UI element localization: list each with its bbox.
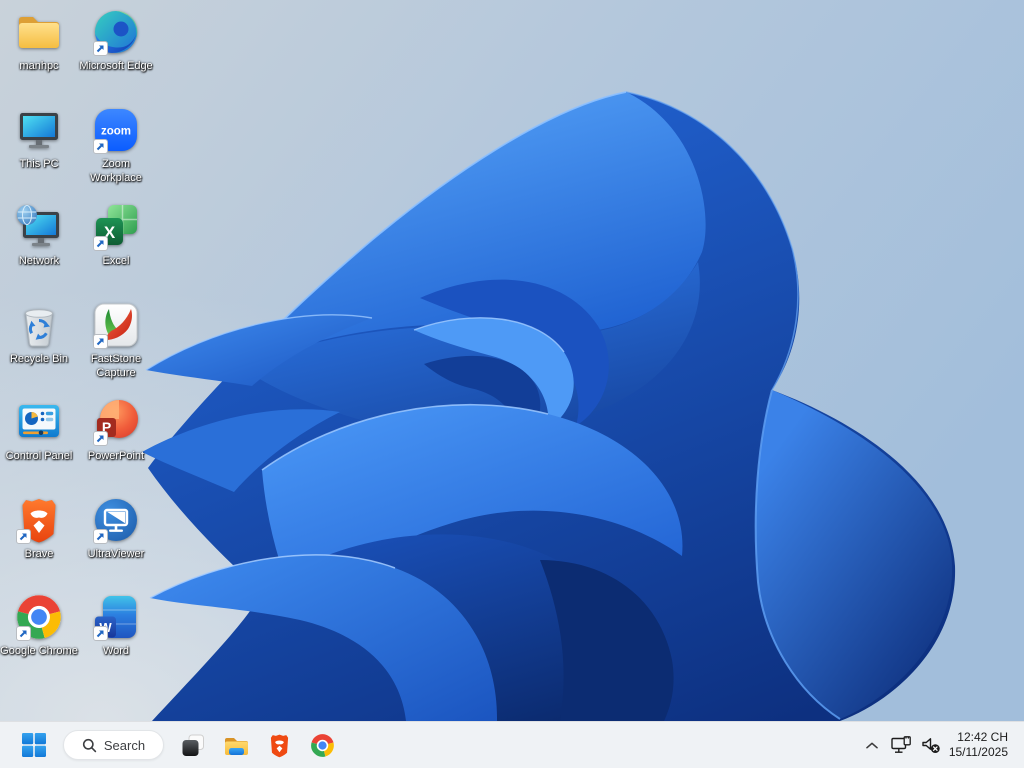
shortcut-arrow-badge [93,139,108,154]
search-placeholder: Search [103,737,146,753]
chrome-icon [310,733,334,757]
icon-label: Word [102,645,130,657]
desktop-icon-network[interactable]: Network [0,203,78,268]
icon-label: Network [18,255,60,267]
taskbar-clock[interactable]: 12:42 CH 15/11/2025 [945,726,1012,764]
icon-label: Excel [102,255,130,267]
icon-label: This PC [19,158,59,170]
icon-label: Google Chrome [0,645,78,657]
clock-date: 15/11/2025 [948,745,1008,759]
shortcut-arrow-badge [93,236,108,251]
file-explorer-icon [224,737,248,755]
taskbar-search-box[interactable]: Search [63,730,164,760]
hidden-icons-chevron-button[interactable] [857,725,887,765]
desktop-icon-excel[interactable]: X Excel [77,203,155,268]
desktop-icon-control-panel[interactable]: Control Panel [0,398,78,463]
search-icon [82,738,97,752]
task-view-button[interactable] [173,725,213,765]
clock-time: 12:42 CH [957,730,1008,744]
taskbar-tray: 12:42 CH 15/11/2025 [857,722,1024,768]
svg-text:zoom: zoom [101,126,131,138]
network-wired-icon [891,735,911,753]
icon-label: Brave [24,548,54,560]
shortcut-arrow-badge [93,431,108,446]
desktop-icon-ultraviewer[interactable]: UltraViewer [77,496,155,561]
brave-icon [270,734,288,757]
desktop-icon-recycle-bin[interactable]: Recycle Bin [0,301,78,366]
system-tray-status-button[interactable] [887,725,945,765]
brave-taskbar-button[interactable] [259,725,299,765]
desktop-icon-word[interactable]: W Word [77,593,155,658]
desktop-icon-this-pc[interactable]: This PC [0,106,78,171]
chevron-up-icon [866,741,878,748]
desktop-icon-manhpc[interactable]: manhpc [0,8,78,73]
file-explorer-button[interactable] [216,725,256,765]
volume-muted-icon [922,738,940,753]
desktop-icon-microsoft-edge[interactable]: Microsoft Edge [77,8,155,73]
task-view-icon [182,734,204,756]
desktop-screen: manhpc Microsoft Edge This PC zoom Zoom … [0,0,1024,768]
control-panel-icon [19,405,59,437]
icon-label: Microsoft Edge [79,60,153,72]
icon-label: Control Panel [5,450,73,462]
desktop-icon-google-chrome[interactable]: Google Chrome [0,593,78,658]
taskbar: Search 12:42 CH 15/11/2025 [0,721,1024,768]
taskbar-left-group: Search [0,722,342,768]
desktop-icon-powerpoint[interactable]: P PowerPoint [77,398,155,463]
shortcut-arrow-badge [16,626,31,641]
recycle-bin-icon [25,309,53,347]
windows-logo-icon [22,733,46,757]
icon-label: FastStone Capture [90,353,142,379]
icon-label: Recycle Bin [9,353,69,365]
icon-label: UltraViewer [87,548,145,560]
shortcut-arrow-badge [16,529,31,544]
this-pc-icon [20,113,58,148]
start-button[interactable] [14,725,54,765]
icon-label: manhpc [19,60,59,72]
shortcut-arrow-badge [93,626,108,641]
icon-label: PowerPoint [87,450,145,462]
desktop-icon-faststone-capture[interactable]: FastStone Capture [77,301,155,380]
network-icon [17,205,59,246]
icon-label: Zoom Workplace [90,158,142,184]
desktop-icon-zoom-workplace[interactable]: zoom Zoom Workplace [77,106,155,185]
shortcut-arrow-badge [93,529,108,544]
shortcut-arrow-badge [93,41,108,56]
desktop-icon-brave[interactable]: Brave [0,496,78,561]
shortcut-arrow-badge [93,334,108,349]
folder-icon [19,17,59,48]
chrome-taskbar-button[interactable] [302,725,342,765]
